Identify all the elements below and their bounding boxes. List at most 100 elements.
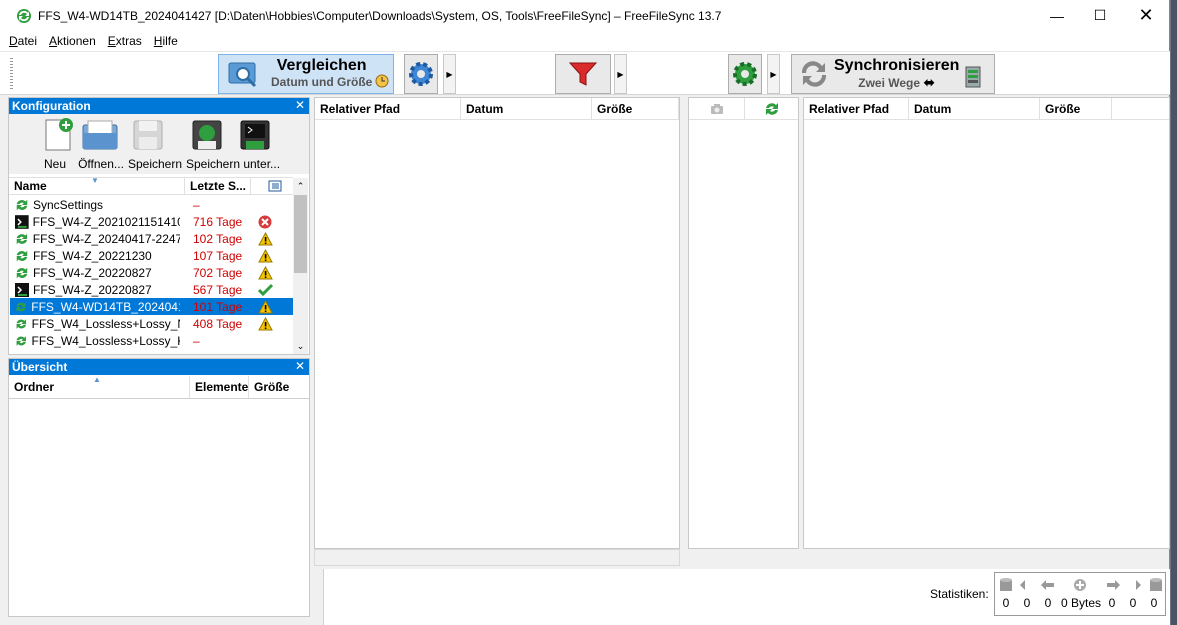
warning-icon: [245, 299, 285, 314]
middle-grid-header: [689, 97, 798, 120]
config-list-item[interactable]: SyncSettings –: [10, 196, 293, 213]
sync-dropdown-arrow[interactable]: ▶: [767, 54, 780, 94]
column-status[interactable]: [251, 177, 293, 195]
synchronize-label: Synchronisieren: [834, 56, 960, 74]
right-file-grid[interactable]: [803, 97, 1170, 549]
statistics-label: Statistiken:: [930, 587, 989, 601]
config-name: FFS_W4-Z_20240417-2247: [32, 231, 180, 246]
filter-dropdown-arrow[interactable]: ▶: [614, 54, 627, 94]
config-list-item[interactable]: FFS_W4-Z_2021021151410 716 Tage: [10, 213, 293, 230]
save-config-label: Speichern: [127, 157, 183, 171]
stat-update-right: 0: [1129, 596, 1137, 610]
new-file-icon: [45, 118, 73, 151]
save-sync-icon: [192, 120, 222, 150]
config-name-cell: SyncSettings: [10, 198, 180, 212]
scroll-down-icon[interactable]: ⌄: [293, 338, 308, 354]
overview-header: Ordner Elemente Größe: [9, 376, 309, 399]
new-config-button[interactable]: [37, 116, 79, 154]
minimize-button[interactable]: —: [1034, 0, 1080, 31]
stat-delete-left: 0: [1044, 596, 1052, 610]
two-way-arrow-icon: ⬌: [923, 73, 936, 90]
right-column-size[interactable]: Größe: [1040, 97, 1112, 120]
sync-action-column[interactable]: [745, 98, 798, 120]
column-size[interactable]: Größe: [249, 376, 309, 398]
sync-settings-button[interactable]: [728, 54, 762, 94]
scroll-up-icon[interactable]: ⌃: [293, 178, 308, 194]
left-file-grid[interactable]: [314, 97, 680, 549]
config-list-item[interactable]: FFS_W4-Z_20220827 702 Tage: [10, 264, 293, 281]
config-panel-close-icon[interactable]: ✕: [295, 98, 305, 112]
config-name: FFS_W4-Z_20221230: [33, 248, 152, 263]
sync-green-icon: [15, 334, 28, 348]
new-config-label: Neu: [43, 157, 66, 171]
middle-grid[interactable]: [688, 97, 799, 549]
config-name: FFS_W4-WD14TB_20240414...: [31, 299, 180, 314]
toolbar-grip[interactable]: [10, 58, 13, 90]
sync-green-icon: [15, 266, 29, 280]
config-last-sync: 702 Tage: [193, 265, 243, 280]
synchronize-button[interactable]: Synchronisieren Zwei Wege ⬌: [791, 54, 995, 94]
sync-green-icon: [15, 198, 29, 212]
left-column-date[interactable]: Datum: [461, 97, 592, 120]
config-name-cell: FFS_W4_Lossless+Lossy_N...: [10, 317, 180, 331]
stat-create-left: 0: [1002, 596, 1010, 610]
config-name-cell: FFS_W4-Z_20221230: [10, 249, 180, 263]
left-column-path[interactable]: Relativer Pfad: [315, 97, 461, 120]
config-list-item[interactable]: FFS_W4-WD14TB_20240414... 101 Tage: [10, 298, 293, 315]
sync-green-icon: [15, 232, 29, 246]
filter-icon: [568, 62, 598, 86]
config-name: FFS_W4-Z_2021021151410: [32, 214, 180, 229]
right-column-path[interactable]: Relativer Pfad: [804, 97, 909, 120]
scroll-thumb[interactable]: [294, 195, 307, 273]
camera-column[interactable]: [689, 97, 745, 120]
config-name: FFS_W4_Lossless+Lossy_Ki...: [31, 333, 181, 348]
config-list-item[interactable]: FFS_W4_Lossless+Lossy_N... 408 Tage: [10, 315, 293, 332]
menu-hilfe[interactable]: Hilfe: [154, 34, 178, 48]
config-name-cell: FFS_W4_Lossless+Lossy_Ki...: [10, 334, 180, 348]
compare-settings-button[interactable]: [404, 54, 438, 94]
save-as-button[interactable]: [234, 116, 276, 154]
left-column-size[interactable]: Größe: [592, 97, 679, 120]
config-list-item[interactable]: FFS_W4_Lossless+Lossy_Ki...–: [10, 332, 293, 349]
close-button[interactable]: ✕: [1123, 0, 1169, 31]
right-column-date[interactable]: Datum: [909, 97, 1040, 120]
compare-dropdown-arrow[interactable]: ▶: [443, 54, 456, 94]
left-grid-hscroll[interactable]: [314, 549, 680, 566]
config-name: FFS_W4_Lossless+Lossy_N...: [31, 316, 180, 331]
window-title: FFS_W4-WD14TB_2024041427 [D:\Daten\Hobbi…: [38, 8, 722, 23]
save-batch-icon: [240, 120, 270, 150]
config-list-item[interactable]: FFS_W4-Z_20240417-2247 102 Tage: [10, 230, 293, 247]
config-list-header: Name Letzte S...: [9, 177, 293, 195]
column-items[interactable]: Elemente: [190, 376, 249, 398]
update-right-icon: [1128, 580, 1141, 590]
config-list-item[interactable]: FFS_W4-Z_20220827 567 Tage: [10, 281, 293, 298]
data-icon: [1074, 579, 1086, 591]
menu-extras[interactable]: Extras: [108, 34, 142, 48]
overview-panel-close-icon[interactable]: ✕: [295, 359, 305, 373]
open-config-button[interactable]: [79, 116, 121, 154]
stat-data-size: 0 Bytes: [1060, 596, 1102, 610]
column-last-sync[interactable]: Letzte S...: [185, 177, 251, 195]
save-as-batch-button[interactable]: [186, 116, 228, 154]
filter-button[interactable]: [555, 54, 611, 94]
compare-button[interactable]: Vergleichen Datum und Größe: [218, 54, 394, 94]
sync-green-icon: [15, 249, 29, 263]
sync-green-icon: [15, 317, 28, 331]
menu-aktionen[interactable]: Aktionen: [49, 34, 96, 48]
maximize-button[interactable]: ☐: [1077, 0, 1123, 31]
config-list-item[interactable]: FFS_W4-Z_20221230 107 Tage: [10, 247, 293, 264]
warning-icon: [245, 248, 285, 263]
menu-datei[interactable]: Datei: [9, 34, 37, 48]
title-bar: FFS_W4-WD14TB_2024041427 [D:\Daten\Hobbi…: [0, 0, 1169, 31]
sync-icon: [801, 61, 827, 87]
stat-update-left: 0: [1023, 596, 1031, 610]
config-name-cell: FFS_W4-Z_20220827: [10, 266, 180, 280]
batch-icon: [15, 282, 29, 297]
config-name-cell: FFS_W4-Z_20220827: [10, 282, 180, 297]
config-list-scrollbar[interactable]: ⌃ ⌄: [293, 178, 308, 354]
database-icon: [965, 66, 981, 88]
save-icon: [133, 120, 163, 150]
save-config-button[interactable]: [127, 116, 169, 154]
check-icon: [245, 283, 285, 297]
menu-bar: Datei Aktionen Extras Hilfe: [0, 31, 1169, 51]
